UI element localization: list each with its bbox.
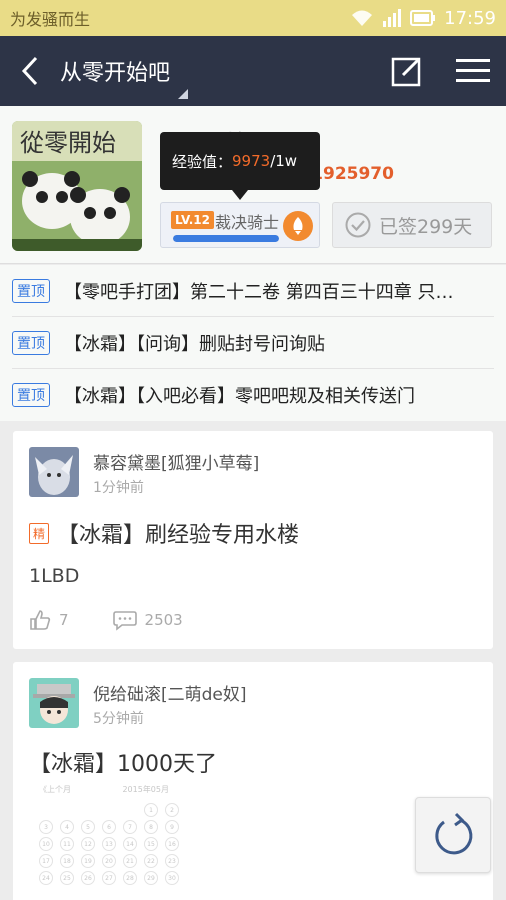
pinned-tag: 置顶 [12, 330, 50, 355]
author-name[interactable]: 倪给础滚[二萌de奴] [93, 680, 247, 705]
battery-icon [410, 10, 436, 26]
calendar-day: 17 [39, 854, 53, 868]
calendar-day: 20 [102, 854, 116, 868]
wifi-icon [352, 10, 373, 26]
calendar-day: 5 [81, 820, 95, 834]
pinned-post[interactable]: 置顶 【零吧手打团】第二十二卷 第四百三十四章 只… [12, 265, 494, 317]
calendar-day: 30 [165, 871, 179, 885]
author-name[interactable]: 慕容黛墨[狐狸小草莓] [93, 449, 259, 474]
calendar-day: 8 [144, 820, 158, 834]
pinned-post[interactable]: 置顶 【冰霜】【问询】删贴封号问询贴 [12, 317, 494, 369]
carrier-label: 为发骚而生 [10, 10, 91, 29]
signal-icon [383, 9, 402, 27]
calendar-day: 23 [165, 854, 179, 868]
calendar-day: 14 [123, 837, 137, 851]
calendar-grid: 1 2 3 4 5 6 7 8 9 10 11 12 13 14 15 16 17 18 19 20 21 22 23 24 2… [29, 803, 179, 885]
pinned-post-title: 【冰霜】【入吧必看】零吧吧规及相关传送门 [64, 386, 415, 407]
post-time: 5分钟前 [93, 711, 144, 727]
nav-title[interactable]: 从零开始吧 [60, 55, 189, 99]
sign-in-button[interactable]: 已签299天 [332, 202, 492, 248]
edit-icon [391, 57, 421, 87]
post-title: 【冰霜】1000天了 [29, 746, 217, 778]
check-circle-icon [345, 212, 371, 238]
calendar-day: 15 [144, 837, 158, 851]
calendar-day: 11 [60, 837, 74, 851]
calendar-prev-label: 《上个月 [39, 785, 71, 794]
experience-tooltip: 经验值： 9973 /1w [160, 132, 320, 190]
dropdown-corner-icon [178, 89, 189, 99]
calendar-day: 29 [144, 871, 158, 885]
signed-days-label: 已签299天 [379, 215, 473, 238]
calendar-day: 28 [123, 871, 137, 885]
post-title-text: 【冰霜】刷经验专用水楼 [57, 523, 300, 548]
back-button[interactable] [0, 36, 60, 106]
calendar-day: 10 [39, 837, 53, 851]
featured-badge: 精 [29, 522, 50, 544]
status-bar: 为发骚而生 17:59 [0, 0, 506, 36]
calendar-month: 2015年05月 [122, 785, 169, 794]
back-arrow-icon [21, 56, 38, 86]
calendar-day: 16 [165, 837, 179, 851]
comment-count: 2503 [144, 611, 183, 629]
calendar-day: 3 [39, 820, 53, 834]
tooltip-arrow [232, 190, 248, 200]
level-title: 裁决骑士 [215, 213, 280, 232]
post-title: 精 【冰霜】刷经验专用水楼 [29, 517, 299, 549]
avatar[interactable] [29, 678, 79, 728]
calendar-day: 25 [60, 871, 74, 885]
calendar-day: 21 [123, 854, 137, 868]
post-actions: 7 2503 [29, 609, 183, 631]
nav-title-text: 从零开始吧 [60, 61, 171, 86]
calendar-day: 2 [165, 803, 179, 817]
clock: 17:59 [444, 7, 496, 29]
post-body: 1LBD [29, 565, 80, 587]
calendar-day: 4 [60, 820, 74, 834]
calendar-day: 22 [144, 854, 158, 868]
level-panel[interactable]: LV.12 裁决骑士 [160, 202, 320, 248]
like-count: 7 [59, 611, 69, 629]
post-time: 1分钟前 [93, 480, 144, 496]
refresh-icon [435, 812, 473, 855]
experience-progress-fill [173, 235, 279, 242]
calendar-day: 18 [60, 854, 74, 868]
pinned-post-title: 【零吧手打团】第二十二卷 第四百三十四章 只… [64, 281, 454, 303]
svg-text:從零開始: 從零開始 [20, 129, 116, 157]
pinned-tag: 置顶 [12, 383, 50, 407]
forum-cover-image[interactable]: 從零開始 [12, 121, 142, 251]
pinned-post-title: 【冰霜】【问询】删贴封号问询贴 [64, 333, 325, 355]
calendar-day: 24 [39, 871, 53, 885]
post-title-text: 【冰霜】1000天了 [29, 752, 217, 777]
calendar-day: 7 [123, 820, 137, 834]
rocket-icon[interactable] [283, 211, 313, 241]
pinned-tag: 置顶 [12, 278, 50, 303]
calendar-day: 9 [165, 820, 179, 834]
exp-max: /1w [270, 152, 298, 170]
exp-current: 9973 [232, 152, 271, 170]
level-badge: LV.12 [171, 211, 214, 229]
calendar-day: 12 [81, 837, 95, 851]
compose-button[interactable] [374, 36, 440, 106]
posts-count: 1925970 [311, 164, 394, 184]
nav-bar: 从零开始吧 [0, 36, 506, 106]
menu-button[interactable] [440, 36, 506, 106]
forum-header: 從零開始 从零开始吧 关注 67830 贴子 1925970 经验值： 9973… [0, 106, 506, 264]
pinned-posts-list: 置顶 【零吧手打团】第二十二卷 第四百三十四章 只… 置顶 【冰霜】【问询】删贴… [0, 265, 506, 421]
comment-icon[interactable] [112, 609, 137, 631]
calendar-day: 26 [81, 871, 95, 885]
post-card[interactable]: 慕容黛墨[狐狸小草莓] 1分钟前 精 【冰霜】刷经验专用水楼 1LBD 7 25… [13, 431, 493, 649]
avatar[interactable] [29, 447, 79, 497]
calendar-day: 19 [81, 854, 95, 868]
pinned-post[interactable]: 置顶 【冰霜】【入吧必看】零吧吧规及相关传送门 [12, 369, 494, 421]
calendar-day: 27 [102, 871, 116, 885]
refresh-button[interactable] [415, 797, 491, 873]
calendar-day: 1 [144, 803, 158, 817]
hamburger-menu-icon [456, 59, 490, 82]
experience-progress-bar [173, 235, 279, 242]
calendar-image[interactable]: 《上个月 2015年05月 1 2 3 4 5 6 7 8 9 10 11 12 13 14 15 16 17 1… [29, 784, 179, 900]
exp-label: 经验值： [172, 152, 233, 171]
calendar-day: 6 [102, 820, 116, 834]
thumbs-up-icon[interactable] [29, 609, 51, 631]
calendar-day: 13 [102, 837, 116, 851]
